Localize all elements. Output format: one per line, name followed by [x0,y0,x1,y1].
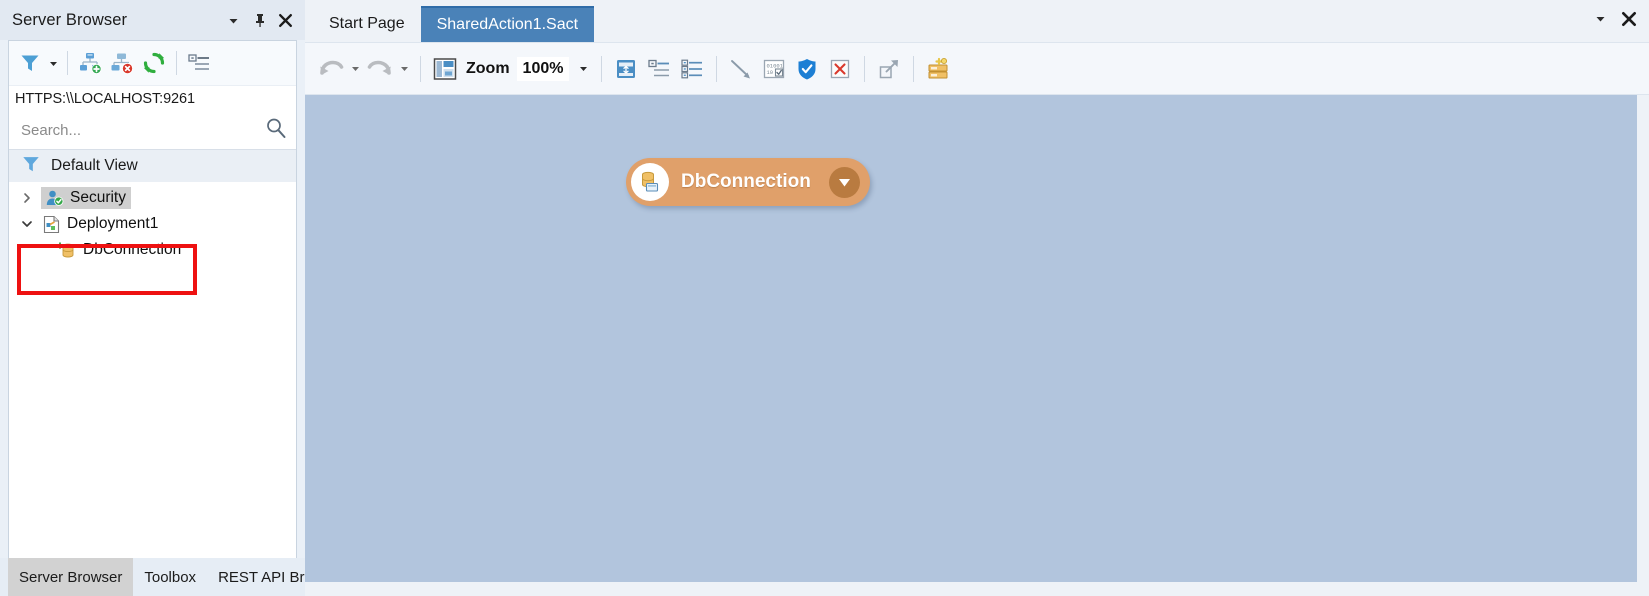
zoom-layout-icon[interactable] [429,52,461,86]
pin-icon[interactable] [251,12,268,29]
dock-title-bar: Server Browser [0,0,305,40]
toolbar-separator-5 [913,55,915,82]
security-user-icon [44,188,64,207]
chevron-down-icon[interactable] [19,216,35,232]
remove-server-icon[interactable] [107,48,137,78]
tree-item-dbconnection[interactable]: DbConnection [9,237,296,263]
dock-title: Server Browser [12,10,128,29]
application-window: Server Browser HTTPS:\\LOCALHOST:9261 Se… [0,0,1649,596]
tab-label: SharedAction1.Sact [436,16,579,33]
refresh-icon[interactable] [139,48,169,78]
undo-dropdown-caret[interactable] [348,54,363,84]
tree-item-deployment1[interactable]: Deployment1 [9,211,296,237]
dropdown-menu-icon[interactable] [225,12,242,29]
default-view-row[interactable]: Default View [9,150,296,182]
diagram-canvas[interactable]: DbConnection [305,95,1637,582]
dock-tab-label: Server Browser [19,568,123,586]
tree-item-label: DbConnection [83,241,182,258]
dock-tab-label: Toolbox [144,568,197,586]
chevron-right-icon[interactable] [19,190,35,206]
zoom-dropdown-caret[interactable] [576,54,591,84]
svg-text:10: 10 [767,69,774,76]
redo-icon[interactable] [364,52,396,86]
deployment-icon [41,215,61,234]
document-list-dropdown-icon[interactable] [1592,10,1609,27]
toolbar-separator-2 [176,51,177,75]
search-icon[interactable] [264,116,288,145]
close-icon[interactable] [277,12,294,29]
add-server-icon[interactable] [75,48,105,78]
server-browser-toolbar [9,41,296,86]
server-url-row: HTTPS:\\LOCALHOST:9261 [9,86,296,111]
tab-sharedaction1-sact[interactable]: SharedAction1.Sact [420,6,595,42]
filter-funnel-icon [21,154,41,179]
tree-item-security[interactable]: Security [9,185,296,211]
db-stack-icon[interactable] [922,52,954,86]
node-dbconnection[interactable]: DbConnection [626,158,870,206]
document-tab-bar: Start Page SharedAction1.Sact [305,0,1649,42]
toolbar-separator [67,51,68,75]
server-tree: Security Deployment1 DbConnection [9,182,296,558]
toolbar-separator-4 [864,55,866,82]
db-connection-node-icon [631,163,669,201]
data-grid-icon[interactable]: 01001 10 [758,52,790,86]
properties-list-icon[interactable] [184,48,214,78]
node-title: DbConnection [681,171,811,192]
editor-area: Start Page SharedAction1.Sact Zoom 100% … [305,0,1649,596]
dock-tab-server-browser[interactable]: Server Browser [8,558,134,596]
toolbar-separator-3 [716,55,718,82]
dock-title-buttons [225,12,297,29]
dock-bottom-tabs: Server Browser Toolbox REST API Bro... [0,558,325,596]
server-browser-panel: HTTPS:\\LOCALHOST:9261 Search... Default… [8,40,297,558]
toolbar-separator-2 [601,55,603,82]
tree-item-label: Security [70,188,126,206]
undo-icon[interactable] [315,52,347,86]
db-connection-icon [57,241,77,260]
canvas-wrap: DbConnection [305,95,1649,596]
tab-start-page[interactable]: Start Page [313,6,421,42]
auto-size-icon[interactable] [610,52,642,86]
default-view-label: Default View [51,157,138,174]
delete-x-icon[interactable] [824,52,856,86]
server-browser-dock: Server Browser HTTPS:\\LOCALHOST:9261 Se… [0,0,325,596]
connector-line-icon[interactable] [725,52,757,86]
filter-icon[interactable] [15,48,45,78]
tab-label: Start Page [329,15,405,32]
zoom-value[interactable]: 100% [516,56,570,81]
align-outline-icon[interactable] [643,52,675,86]
zoom-label: Zoom [466,59,510,77]
expand-arrow-icon[interactable] [873,52,905,86]
node-dropdown-icon[interactable] [828,166,860,198]
search-input[interactable] [19,120,264,140]
document-tab-buttons [1592,10,1637,27]
toolbar-separator [420,55,421,82]
dock-tab-toolbox[interactable]: Toolbox [133,558,207,596]
search-row [9,111,296,150]
filter-dropdown-caret[interactable] [47,49,60,77]
editor-toolbar: Zoom 100% 01001 10 [305,42,1649,95]
redo-dropdown-caret[interactable] [397,54,412,84]
zoom-group: Zoom 100% [462,54,593,84]
tree-item-label: Deployment1 [67,215,159,232]
align-list-icon[interactable] [676,52,708,86]
close-document-icon[interactable] [1620,10,1637,27]
server-url-text: HTTPS:\\LOCALHOST:9261 [15,90,195,107]
security-shield-icon[interactable] [791,52,823,86]
